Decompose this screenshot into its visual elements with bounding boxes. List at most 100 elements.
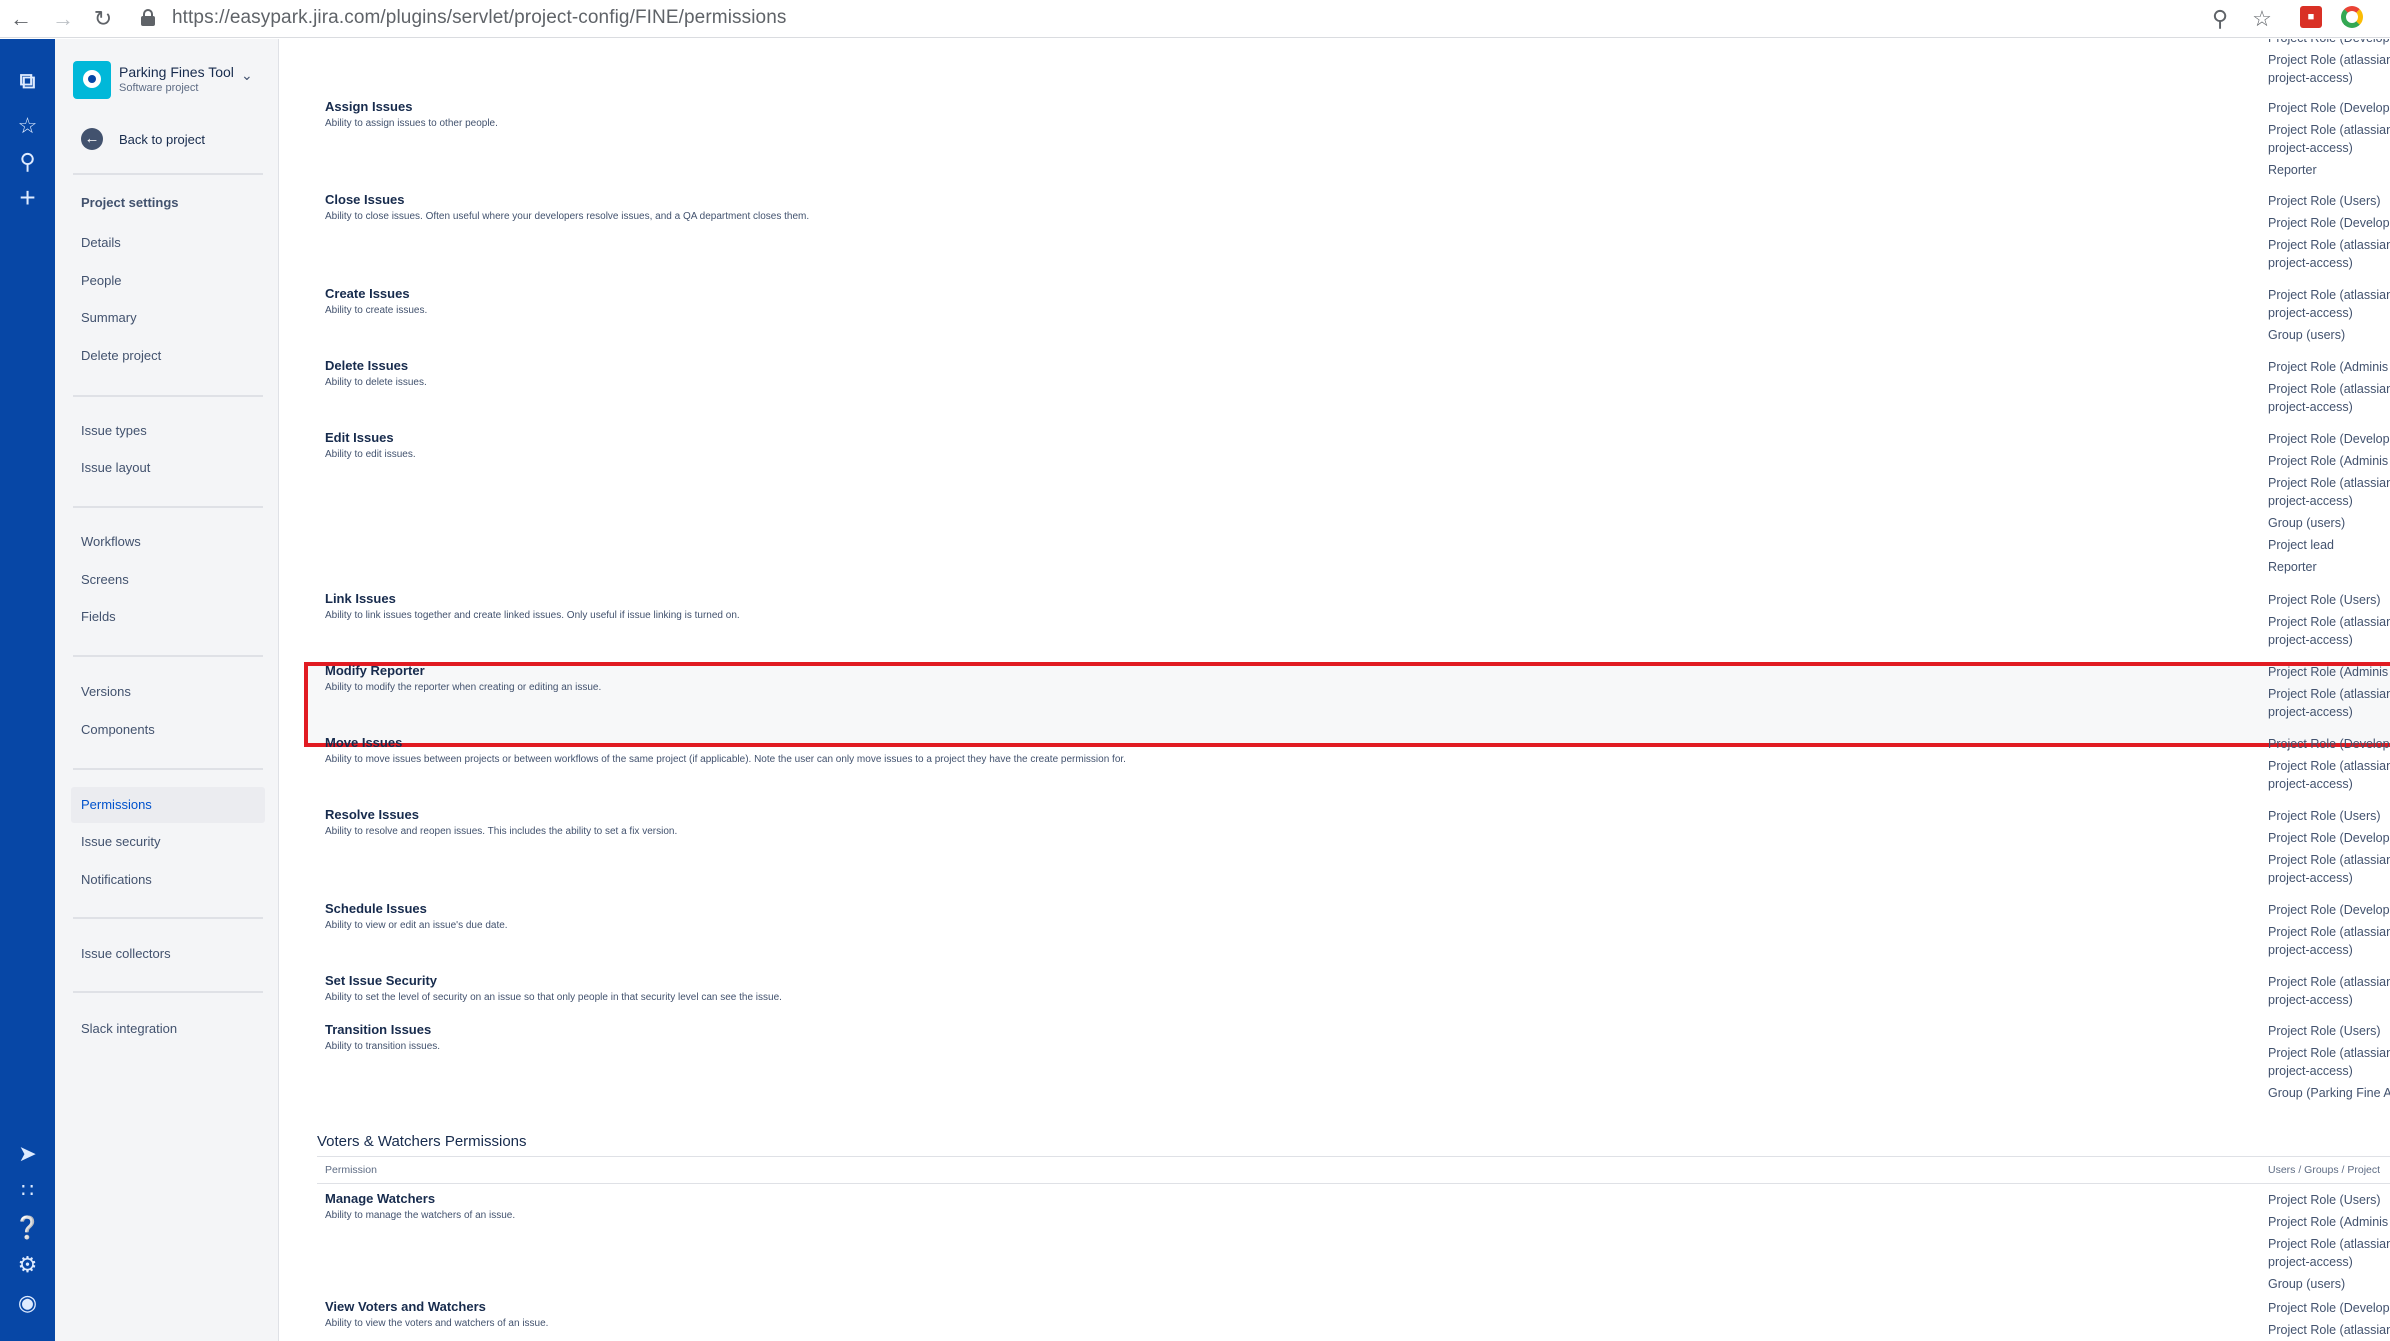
grant-item: project-access) [2268,777,2353,791]
grant-item: Project Role (Develop [2268,903,2390,917]
permission-description: Ability to view or edit an issue's due d… [325,920,508,931]
grant-item: Project Role (Develop [2268,101,2390,115]
grant-item: Project Role (Users) [2268,593,2381,607]
chrome-icon[interactable] [2341,6,2363,28]
extension-icon[interactable]: ■ [2300,6,2322,28]
permission-name: View Voters and Watchers [325,1299,486,1314]
lock-icon[interactable] [141,8,155,28]
sidebar-item-details[interactable]: Details [81,235,121,250]
back-arrow-icon[interactable]: ← [6,4,36,34]
grant-item: Project Role (atlassian [2268,1237,2390,1251]
grant-item: Project Role (Develop [2268,432,2390,446]
rocket-icon[interactable]: ➤ [0,1140,55,1168]
permission-name: Move Issues [325,735,403,750]
permission-name: Link Issues [325,591,396,606]
sidebar-item-delete-project[interactable]: Delete project [81,348,161,363]
grant-item: Project Role (atlassian [2268,759,2390,773]
permission-description: Ability to resolve and reopen issues. Th… [325,826,678,837]
grant-item: Project Role (Develop [2268,737,2390,751]
divider [317,1156,2390,1157]
sidebar-item-people[interactable]: People [81,273,121,288]
back-arrow-icon[interactable]: ← [81,128,103,150]
sidebar-item-notifications[interactable]: Notifications [81,872,152,887]
permission-name: Close Issues [325,192,405,207]
grant-item: Project Role (atlassian [2268,53,2390,67]
settings-icon[interactable]: ⚙ [0,1251,55,1279]
grant-item: Project Role (Adminis [2268,665,2389,679]
grant-item: project-access) [2268,1064,2353,1078]
app-switcher-icon[interactable]: ∷ [0,1177,55,1205]
grant-item: Project Role (atlassian [2268,476,2390,490]
permission-name: Modify Reporter [325,663,425,678]
permission-description: Ability to transition issues. [325,1041,441,1052]
permission-name: Assign Issues [325,99,413,114]
search-icon[interactable]: ⚲ [0,148,55,176]
sidebar-item-workflows[interactable]: Workflows [81,534,141,549]
browser-toolbar: ← → ↻ https://easypark.jira.com/plugins/… [0,0,2390,38]
sidebar-item-slack-integration[interactable]: Slack integration [81,1021,177,1036]
jira-logo-icon[interactable]: ⧉ [0,67,55,95]
grant-item: Project Role (atlassian [2268,288,2390,302]
star-icon[interactable]: ☆ [0,112,55,140]
grant-item: Group (users) [2268,1277,2346,1291]
create-icon[interactable]: + [0,184,55,212]
permission-name: Manage Watchers [325,1191,436,1206]
column-header-permission: Permission [325,1164,377,1176]
grant-item: Project Role (Users) [2268,1024,2381,1038]
sidebar-item-issue-security[interactable]: Issue security [81,834,160,849]
grant-item: Project Role (Adminis [2268,360,2389,374]
grant-item: Project Role (atlassian [2268,382,2390,396]
global-navigation: ⧉ ☆ ⚲ + ➤ ∷ ❔ ⚙ ◉ [0,39,55,1341]
grant-item: Project Role (Users) [2268,194,2381,208]
grant-item: Group (users) [2268,516,2346,530]
grant-item: Group (users) [2268,328,2346,342]
highlight-annotation [304,662,2390,747]
grant-item: Project Role (Develop [2268,1301,2390,1315]
zoom-icon[interactable]: ⚲ [2206,4,2234,34]
permission-name: Edit Issues [325,430,394,445]
grant-item: project-access) [2268,400,2353,414]
project-type: Software project [119,82,199,94]
sidebar-item-components[interactable]: Components [81,722,155,737]
permission-description: Ability to delete issues. [325,377,427,388]
sidebar-heading: Project settings [81,195,179,210]
back-to-project-link[interactable]: Back to project [119,132,205,147]
sidebar-item-fields[interactable]: Fields [81,609,116,624]
project-avatar[interactable] [73,61,111,99]
sidebar-item-issue-collectors[interactable]: Issue collectors [81,946,171,961]
reload-icon[interactable]: ↻ [88,4,118,34]
grant-item: project-access) [2268,705,2353,719]
forward-arrow-icon[interactable]: → [48,4,78,34]
grant-item: Reporter [2268,560,2317,574]
grant-item: Project Role (atlassian [2268,1323,2390,1337]
permission-description: Ability to move issues between projects … [325,754,1126,765]
grant-item: project-access) [2268,71,2353,85]
grant-item: Project Role (Develop [2268,831,2390,845]
address-bar[interactable]: https://easypark.jira.com/plugins/servle… [172,7,786,29]
sidebar-item-issue-types[interactable]: Issue types [81,423,147,438]
divider [317,1183,2390,1184]
project-sidebar: Parking Fines Tool Software project ⌄ ← … [55,39,279,1341]
sidebar-item-screens[interactable]: Screens [81,572,129,587]
sidebar-item-summary[interactable]: Summary [81,310,137,325]
divider [73,991,263,993]
divider [73,173,263,175]
star-icon[interactable]: ☆ [2248,4,2276,34]
sidebar-item-issue-layout[interactable]: Issue layout [81,460,150,475]
permission-name: Create Issues [325,286,410,301]
grant-item: Project Role (atlassian [2268,975,2390,989]
sidebar-item-permissions[interactable]: Permissions [81,797,152,812]
help-icon[interactable]: ❔ [0,1214,55,1242]
permission-name: Transition Issues [325,1022,432,1037]
permission-description: Ability to edit issues. [325,449,416,460]
project-name[interactable]: Parking Fines Tool [119,64,234,80]
user-avatar[interactable]: ◉ [0,1289,55,1317]
divider [73,395,263,397]
divider [73,506,263,508]
grant-item: Project Role (atlassian [2268,123,2390,137]
grant-item: Project lead [2268,538,2335,552]
grant-item: Group (Parking Fine A [2268,1086,2390,1100]
grant-item: Project Role (Develop [2268,39,2390,47]
sidebar-item-versions[interactable]: Versions [81,684,131,699]
chevron-down-icon[interactable]: ⌄ [241,67,253,84]
